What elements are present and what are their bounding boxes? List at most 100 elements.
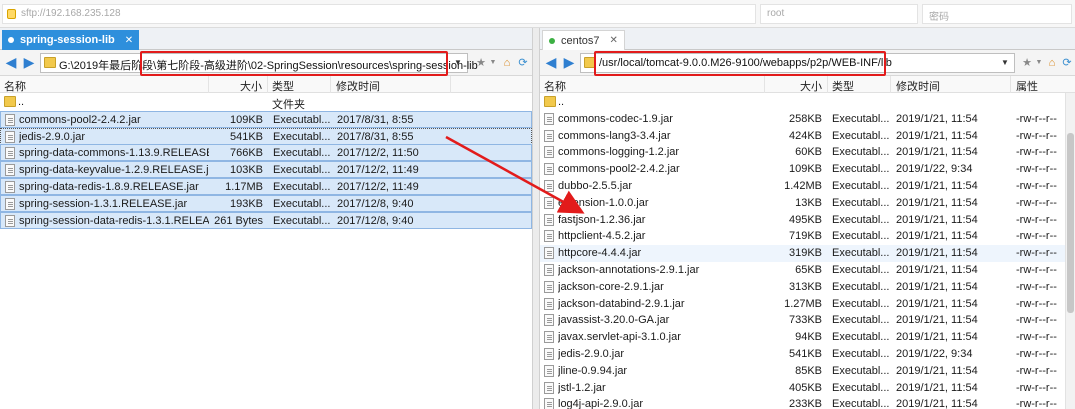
cell-mtime: 2019/1/21, 11:54: [896, 381, 978, 394]
cell-type: 文件夹: [272, 99, 305, 111]
local-tab-strip: spring-session-lib ✕: [0, 28, 532, 50]
cell-name: commons-lang3-3.4.jar: [558, 129, 671, 142]
chevron-down-icon[interactable]: ▼: [1032, 56, 1046, 70]
cell-name: log4j-api-2.9.0.jar: [558, 398, 643, 409]
forward-arrow-icon[interactable]: ▶: [562, 55, 576, 70]
file-row[interactable]: commons-pool2-2.4.2.jar 109KB Executabl...…: [540, 161, 1075, 178]
column-name[interactable]: 名称: [4, 78, 26, 94]
cell-name: jackson-annotations-2.9.1.jar: [558, 264, 700, 276]
cell-name: ..: [18, 96, 25, 108]
column-type[interactable]: 类型: [832, 78, 854, 94]
cell-name: dubbo-2.5.5.jar: [558, 180, 632, 192]
cell-name: commons-logging-1.2.jar: [558, 146, 680, 159]
file-row[interactable]: log4j-api-2.9.0.jar 233KB Executabl... 2019…: [540, 396, 1075, 409]
back-arrow-icon[interactable]: ◀: [544, 55, 558, 70]
cell-type: Executabl...: [832, 314, 890, 327]
cell-type: Executabl...: [832, 213, 890, 226]
column-type[interactable]: 类型: [272, 78, 294, 94]
cell-mtime: 2019/1/21, 11:54: [896, 230, 978, 243]
home-icon[interactable]: ⌂: [1045, 56, 1059, 70]
file-row[interactable]: javassist-3.20.0-GA.jar 733KB Executabl...…: [540, 312, 1075, 329]
cell-mtime: 2017/8/31, 8:55: [337, 130, 414, 143]
remote-pane: centos7 ✕ ◀ ▶ /usr/local/tomcat-9.0.0.M2…: [540, 28, 1075, 409]
file-row[interactable]: spring-data-keyvalue-1.2.9.RELEASE.jar 10…: [0, 161, 532, 179]
file-row[interactable]: commons-pool2-2.4.2.jar 109KB Executabl...…: [0, 110, 532, 128]
cell-type: Executabl...: [832, 146, 890, 159]
cell-attr: -rw-r--r--: [1016, 247, 1057, 260]
host-input[interactable]: sftp://192.168.235.128: [2, 4, 756, 24]
connected-status-dot: [549, 37, 555, 44]
file-row[interactable]: commons-codec-1.9.jar 258KB Executabl... 20…: [540, 111, 1075, 128]
file-row[interactable]: commons-lang3-3.4.jar 424KB Executabl... 20…: [540, 128, 1075, 145]
column-name[interactable]: 名称: [544, 78, 566, 94]
column-attributes[interactable]: 属性: [1016, 78, 1038, 94]
file-icon: [544, 314, 554, 327]
cell-size: 313KB: [788, 280, 822, 293]
cell-type: Executabl...: [273, 214, 331, 227]
file-row[interactable]: jline-0.9.94.jar 85KB Executabl... 2019/1/2…: [540, 363, 1075, 380]
forward-arrow-icon[interactable]: ▶: [22, 55, 36, 70]
cell-mtime: 2017/8/31, 8:55: [337, 113, 414, 126]
file-row[interactable]: httpclient-4.5.2.jar 719KB Executabl... 201…: [540, 228, 1075, 245]
parent-folder-row[interactable]: .. 文件夹: [0, 94, 532, 111]
scrollbar-thumb[interactable]: [1067, 133, 1074, 313]
tab-label: spring-session-lib: [20, 34, 115, 46]
cell-name: jackson-core-2.9.1.jar: [558, 280, 664, 293]
file-row[interactable]: spring-data-commons-1.13.9.RELEASE.j... 7…: [0, 144, 532, 162]
file-icon: [5, 181, 15, 193]
column-mtime[interactable]: 修改时间: [896, 78, 940, 94]
tab-remote[interactable]: centos7 ✕: [542, 30, 625, 50]
cell-attr: -rw-r--r--: [1016, 264, 1057, 276]
file-row[interactable]: jedis-2.9.0.jar 541KB Executabl... 2019/1/2…: [540, 346, 1075, 363]
file-row[interactable]: httpcore-4.4.4.jar 319KB Executabl... 2019/…: [540, 245, 1075, 263]
file-row[interactable]: fastjson-1.2.36.jar 495KB Executabl... 2019…: [540, 212, 1075, 229]
cell-mtime: 2019/1/21, 11:54: [896, 398, 978, 409]
remote-scrollbar[interactable]: [1065, 93, 1075, 409]
close-icon[interactable]: ✕: [125, 35, 133, 46]
close-icon[interactable]: ✕: [610, 35, 618, 46]
chevron-down-icon[interactable]: ▼: [451, 56, 465, 70]
pane-splitter[interactable]: [532, 28, 540, 409]
cell-size: 65KB: [795, 264, 822, 276]
username-input[interactable]: root: [760, 4, 918, 24]
cell-name: commons-codec-1.9.jar: [558, 112, 673, 125]
cell-name: httpclient-4.5.2.jar: [558, 230, 646, 243]
cell-mtime: 2019/1/21, 11:54: [896, 247, 978, 260]
refresh-icon[interactable]: ⟳: [516, 56, 530, 70]
file-row[interactable]: jackson-annotations-2.9.1.jar 65KB Executa…: [540, 262, 1075, 279]
refresh-icon[interactable]: ⟳: [1060, 56, 1074, 70]
parent-folder-row[interactable]: ..: [540, 94, 1075, 111]
cell-name: javax.servlet-api-3.1.0.jar: [558, 331, 681, 344]
file-row[interactable]: jstl-1.2.jar 405KB Executabl... 2019/1/21, …: [540, 380, 1075, 397]
back-arrow-icon[interactable]: ◀: [4, 55, 18, 70]
column-size[interactable]: 大小: [210, 78, 262, 94]
chevron-down-icon[interactable]: ▼: [998, 56, 1012, 70]
cell-size: 1.42MB: [784, 180, 822, 192]
file-row[interactable]: commons-logging-1.2.jar 60KB Executabl... 2…: [540, 144, 1075, 161]
username-placeholder: root: [767, 8, 785, 19]
cell-mtime: 2019/1/22, 9:34: [896, 163, 973, 176]
file-row[interactable]: jedis-2.9.0.jar 541KB Executabl... 2017/8/3…: [0, 127, 532, 145]
column-size[interactable]: 大小: [766, 78, 822, 94]
column-mtime[interactable]: 修改时间: [336, 78, 380, 94]
file-row[interactable]: spring-session-1.3.1.RELEASE.jar 193KB Exe…: [0, 194, 532, 212]
file-row[interactable]: dubbo-2.5.5.jar 1.42MB Executabl... 2019/1/…: [540, 178, 1075, 195]
home-icon[interactable]: ⌂: [500, 56, 514, 70]
cell-name: jstl-1.2.jar: [558, 381, 606, 394]
file-row[interactable]: jackson-databind-2.9.1.jar 1.27MB Executab…: [540, 296, 1075, 313]
tab-local[interactable]: spring-session-lib ✕: [2, 30, 140, 50]
folder-icon: [4, 96, 16, 107]
tab-status-dot: [8, 37, 14, 43]
folder-icon: [44, 57, 56, 68]
file-row[interactable]: javax.servlet-api-3.1.0.jar 94KB Executabl…: [540, 329, 1075, 346]
chevron-down-icon[interactable]: ▼: [486, 56, 500, 70]
file-row[interactable]: spring-data-redis-1.8.9.RELEASE.jar 1.17M…: [0, 178, 532, 195]
cell-mtime: 2017/12/2, 11:49: [337, 181, 419, 193]
file-row[interactable]: extension-1.0.0.jar 13KB Executabl... 2019/…: [540, 195, 1075, 212]
file-row[interactable]: jackson-core-2.9.1.jar 313KB Executabl... 2…: [540, 279, 1075, 296]
cell-type: Executabl...: [832, 364, 890, 377]
file-row[interactable]: spring-session-data-redis-1.3.1.RELEAS..…: [0, 211, 532, 229]
cell-type: Executabl...: [832, 112, 890, 125]
password-input[interactable]: 密码: [922, 4, 1072, 24]
file-icon: [544, 163, 554, 176]
